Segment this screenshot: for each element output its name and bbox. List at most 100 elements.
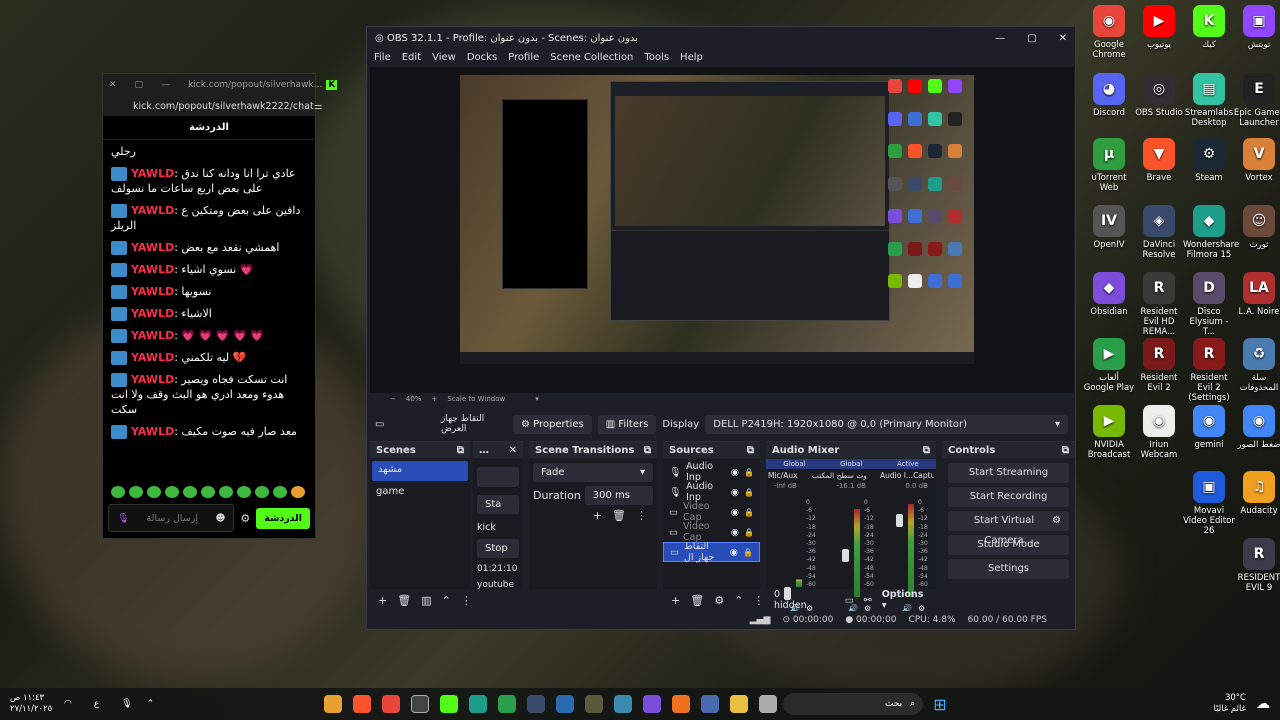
undock-icon[interactable]: ⧉ — [923, 445, 930, 456]
mic-icon[interactable]: 🎙 — [117, 513, 129, 524]
menu-item[interactable]: Tools — [644, 52, 669, 63]
source-item[interactable]: ▭ Video Cap ◉ 🔒 — [663, 501, 760, 523]
desktop-app-icon[interactable]: ♻ سلة المحذوفات — [1233, 338, 1280, 393]
desktop-app-icon[interactable]: IV OpenIV — [1083, 205, 1135, 250]
minimize-icon[interactable]: — — [161, 80, 170, 90]
wifi-icon[interactable]: ◠ — [64, 699, 72, 709]
more-icon[interactable]: ⋮ — [636, 509, 647, 522]
lang-indicator[interactable]: ع — [94, 699, 99, 709]
desktop-app-icon[interactable]: R Resident Evil HD REMA... — [1133, 272, 1185, 337]
emote-icon[interactable] — [129, 486, 143, 498]
app-icon-4[interactable] — [556, 695, 575, 713]
desktop-app-icon[interactable]: ▶ NVIDIA Broadcast — [1083, 405, 1135, 460]
chat-send-button[interactable]: الدردشة — [256, 507, 310, 529]
control-button[interactable]: Start Recording — [948, 487, 1069, 507]
menu-item[interactable]: Edit — [402, 52, 421, 63]
desktop-app-icon[interactable]: ◉ Iriun Webcam — [1133, 405, 1185, 460]
transition-select[interactable]: Fade ▾ — [533, 463, 653, 482]
desktop-app-icon[interactable]: V Vortex — [1233, 138, 1280, 183]
emote-icon[interactable] — [255, 486, 269, 498]
eye-icon[interactable]: ◉ — [730, 547, 738, 558]
source-item[interactable]: 🎙 Audio Inp ◉ 🔒 — [663, 481, 760, 503]
gear-icon[interactable]: ⚙ — [1052, 511, 1061, 531]
add-icon[interactable]: + — [671, 594, 680, 607]
lock-icon[interactable]: 🔒 — [743, 548, 753, 557]
gear-icon[interactable]: ⚙ — [240, 512, 250, 525]
app-icon-5[interactable] — [585, 695, 604, 713]
lock-icon[interactable]: 🔒 — [744, 528, 754, 537]
desktop-app-icon[interactable]: LA L.A. Noire — [1233, 272, 1280, 317]
move-up-icon[interactable]: ⌃ — [734, 594, 743, 607]
desktop-app-icon[interactable]: R Resident Evil 2 (Settings) — [1183, 338, 1235, 403]
trash-icon[interactable]: 🗑 — [612, 509, 626, 522]
chat-username[interactable]: YAWLD — [131, 204, 174, 217]
scene-item[interactable]: مشهد — [372, 461, 468, 481]
desktop-app-icon[interactable]: E Epic Games Launcher — [1233, 73, 1280, 128]
eye-icon[interactable]: ◉ — [731, 487, 739, 498]
gear-icon[interactable]: ⚙ — [714, 594, 724, 607]
desktop-app-icon[interactable]: ♫ Audacity — [1233, 471, 1280, 516]
app-icon-9[interactable] — [701, 695, 720, 713]
emote-icon[interactable] — [201, 486, 215, 498]
trash-icon[interactable]: 🗑 — [397, 594, 411, 607]
lock-icon[interactable]: 🔒 — [744, 488, 754, 497]
chat-username[interactable]: YAWLD — [131, 285, 174, 298]
undock-icon[interactable]: ⧉ — [457, 445, 464, 456]
maximize-icon[interactable]: ▢ — [135, 80, 144, 90]
link-icon[interactable]: ⚯ — [864, 595, 872, 606]
emote-quick-bar[interactable] — [111, 486, 305, 498]
lock-icon[interactable]: 🔒 — [744, 508, 754, 517]
add-icon[interactable]: + — [593, 509, 602, 522]
weather-widget[interactable]: 30°C غائم غالبًا — [1213, 693, 1246, 715]
windows-start-icon[interactable]: ⊞ — [933, 695, 946, 714]
volume-fader[interactable] — [896, 514, 903, 527]
undock-icon[interactable]: ⧉ — [644, 445, 651, 456]
brave-icon[interactable] — [353, 695, 372, 713]
source-item[interactable]: ▭ Video Cap ◉ 🔒 — [663, 521, 760, 543]
scene-item[interactable]: game — [370, 483, 470, 503]
source-item[interactable]: 🎙 Audio Inp ◉ 🔒 — [663, 461, 760, 483]
menu-item[interactable]: Scene Collection — [550, 52, 633, 63]
lock-icon[interactable]: 🔒 — [744, 468, 754, 477]
app-icon-6[interactable] — [614, 695, 633, 713]
desktop-app-icon[interactable]: ◎ OBS Studio — [1133, 73, 1185, 118]
scale-mode-select[interactable]: Scale to Window — [447, 395, 505, 403]
maximize-icon[interactable]: ▢ — [1027, 33, 1036, 44]
duration-input[interactable]: 300 ms — [584, 486, 653, 505]
menu-item[interactable]: Profile — [508, 52, 539, 63]
obs-icon[interactable] — [411, 695, 430, 713]
app-icon-8[interactable] — [672, 695, 691, 713]
taskbar-search[interactable]: بحث ⌕ — [783, 693, 924, 715]
desktop-app-icon[interactable]: ◈ DaVinci Resolve — [1133, 205, 1185, 260]
mic-icon[interactable]: 🎙 — [121, 699, 132, 709]
filters-button[interactable]: ▥ Filters — [597, 414, 657, 434]
chrome-icon[interactable] — [382, 695, 401, 713]
volume-fader[interactable] — [842, 549, 849, 562]
mixer-tab[interactable]: Active — [897, 460, 919, 468]
more-icon[interactable]: ⋮ — [461, 594, 472, 607]
settings-sliders-icon[interactable]: ⚌ — [314, 101, 323, 112]
preview-area[interactable] — [370, 67, 1074, 393]
display-select[interactable]: DELL P2419H: 1920x1080 @ 0,0 (Primary Mo… — [705, 414, 1068, 434]
emote-icon[interactable] — [111, 486, 125, 498]
desktop-app-icon[interactable]: ▼ Brave — [1133, 138, 1185, 183]
add-icon[interactable]: + — [378, 594, 387, 607]
taskbar-clock[interactable]: ١١:٤٣ ص ٢٧/١١/٢٠٢٥ — [0, 693, 60, 715]
folder-icon[interactable] — [730, 695, 749, 713]
minimize-icon[interactable]: — — [995, 33, 1005, 44]
control-button[interactable]: Studio Mode — [948, 535, 1069, 555]
options-button[interactable]: Options ▾ — [882, 589, 928, 611]
chat-username[interactable]: YAWLD — [131, 373, 174, 386]
mixer-tab[interactable]: Global — [783, 460, 805, 468]
desktop-app-icon[interactable]: D Disco Elysium - T... — [1183, 272, 1235, 337]
emote-icon[interactable] — [147, 486, 161, 498]
close-icon[interactable]: ✕ — [109, 80, 117, 90]
chat-input[interactable]: 🎙 إرسال رسالة ☻ — [108, 504, 235, 532]
menu-item[interactable]: Docks — [467, 52, 497, 63]
stop-target-button[interactable]: Stop — [477, 539, 519, 558]
desktop-app-icon[interactable]: ▶ يوتيوب — [1133, 5, 1185, 50]
app-icon-3[interactable] — [498, 695, 517, 713]
emote-icon[interactable] — [183, 486, 197, 498]
kick-icon[interactable] — [440, 695, 459, 713]
control-button[interactable]: Start Virtual Camera ⚙ — [948, 511, 1069, 546]
